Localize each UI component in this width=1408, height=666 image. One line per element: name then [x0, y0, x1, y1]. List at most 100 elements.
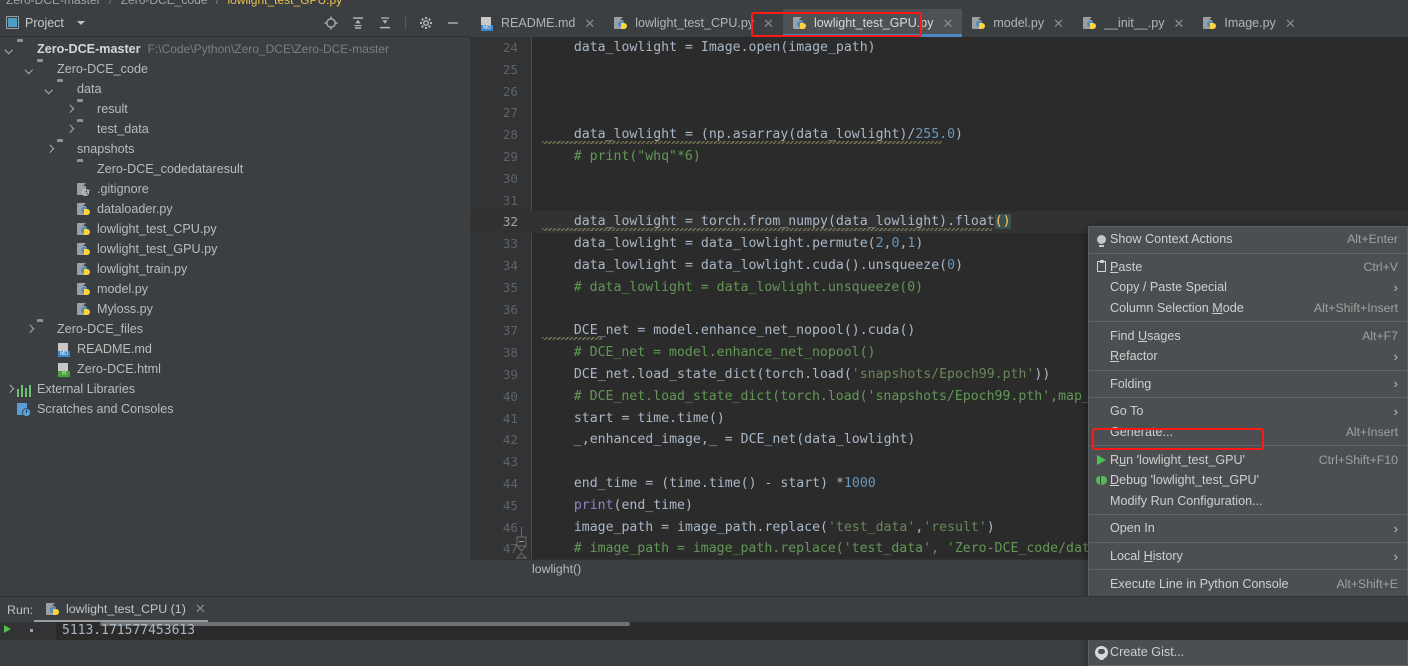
- menu-shortcut: Ctrl+Shift+F10: [1318, 452, 1398, 467]
- menu-item-folding[interactable]: Folding ›: [1089, 374, 1407, 395]
- code-line-24[interactable]: 24 data_lowlight = Image.open(image_path…: [470, 37, 1408, 59]
- tree-item-label: result: [97, 102, 128, 116]
- close-icon[interactable]: ✕: [942, 17, 953, 30]
- run-console[interactable]: 5113.171577453613: [0, 622, 1408, 640]
- lightbulb-icon: [1097, 234, 1106, 247]
- chevron-right-icon[interactable]: [64, 104, 75, 115]
- code-line-31[interactable]: 31: [470, 190, 1408, 212]
- code-line-27[interactable]: 27: [470, 102, 1408, 124]
- rerun-icon[interactable]: [4, 625, 11, 633]
- chevron-right-icon[interactable]: [4, 384, 15, 395]
- menu-item-refactor[interactable]: Refactor ›: [1089, 346, 1407, 367]
- close-icon[interactable]: ✕: [763, 17, 774, 30]
- breadcrumb-root[interactable]: Zero-DCE-master: [6, 0, 101, 7]
- chevron-down-icon[interactable]: [24, 64, 35, 75]
- menu-item-label: Show Context Actions: [1110, 232, 1233, 247]
- breadcrumb-mid[interactable]: Zero-DCE_code: [121, 0, 208, 7]
- close-icon[interactable]: ✕: [195, 601, 206, 617]
- line-number: 45: [502, 497, 518, 513]
- menu-item-modify-run-configuration[interactable]: Modify Run Configuration...: [1089, 491, 1407, 512]
- menu-item-generate[interactable]: Generate... Alt+Insert: [1089, 422, 1407, 443]
- editor-tab-lowlight-test-cpu-py[interactable]: lowlight_test_CPU.py ✕: [604, 9, 783, 37]
- breadcrumb-file[interactable]: lowlight_test_GPU.py: [227, 0, 342, 7]
- gitignore-icon: [77, 182, 92, 197]
- tree-item-zero-dce-html[interactable]: H Zero-DCE.html: [0, 359, 470, 379]
- tree-item-lowlight-train-py[interactable]: lowlight_train.py: [0, 259, 470, 279]
- tree-item-zero-dce-files[interactable]: Zero-DCE_files: [0, 319, 470, 339]
- tree-item-dataloader-py[interactable]: dataloader.py: [0, 199, 470, 219]
- menu-item-go-to[interactable]: Go To ›: [1089, 401, 1407, 422]
- menu-item-label: Create Gist...: [1110, 645, 1185, 660]
- submenu-chevron-icon: ›: [1393, 279, 1398, 295]
- tree-item-lowlight-test-gpu-py[interactable]: lowlight_test_GPU.py: [0, 239, 470, 259]
- menu-item-copy-paste-special[interactable]: Copy / Paste Special ›: [1089, 277, 1407, 298]
- menu-separator: [1089, 252, 1407, 254]
- project-title-group[interactable]: Project: [6, 16, 85, 30]
- tree-item-scratches-and-consoles[interactable]: Scratches and Consoles: [0, 399, 470, 419]
- menu-item-column-selection-mode[interactable]: Column Selection Mode Alt+Shift+Insert: [1089, 298, 1407, 319]
- menu-item-execute-line-in-python-console[interactable]: Execute Line in Python Console Alt+Shift+…: [1089, 573, 1407, 594]
- code-line-29[interactable]: 29 # print("whq"*6): [470, 146, 1408, 168]
- tree-item-external-libraries[interactable]: External Libraries: [0, 379, 470, 399]
- menu-item-paste[interactable]: Paste Ctrl+V: [1089, 257, 1407, 278]
- run-config-tab[interactable]: lowlight_test_CPU (1) ✕: [46, 601, 206, 617]
- editor-tab-image-py[interactable]: Image.py ✕: [1193, 9, 1305, 37]
- menu-item-create-gist[interactable]: Create Gist...: [1089, 642, 1407, 663]
- tree-item-snapshots[interactable]: snapshots: [0, 139, 470, 159]
- editor-tab-readme-md[interactable]: MD README.md ✕: [470, 9, 605, 37]
- code-line-25[interactable]: 25: [470, 59, 1408, 81]
- close-icon[interactable]: ✕: [1173, 17, 1184, 30]
- menu-item-open-in[interactable]: Open In ›: [1089, 518, 1407, 539]
- menu-item-show-context-actions[interactable]: Show Context Actions Alt+Enter: [1089, 229, 1407, 250]
- editor-tab-lowlight-test-gpu-py[interactable]: lowlight_test_GPU.py ✕: [782, 9, 963, 37]
- menu-shortcut: Alt+Shift+Insert: [1313, 301, 1398, 316]
- close-icon[interactable]: ✕: [1053, 17, 1064, 30]
- close-icon[interactable]: ✕: [1285, 17, 1296, 30]
- python-file-icon: [77, 222, 92, 237]
- gear-icon[interactable]: [419, 16, 433, 30]
- tree-item-readme-md[interactable]: MD README.md: [0, 339, 470, 359]
- tree-item-test-data[interactable]: test_data: [0, 119, 470, 139]
- run-tool-window: Run: lowlight_test_CPU (1) ✕ 5113.171577…: [0, 596, 1408, 640]
- chevron-down-icon[interactable]: [4, 44, 15, 55]
- chevron-right-icon[interactable]: [64, 124, 75, 135]
- menu-item-label: Local History: [1110, 549, 1183, 564]
- menu-item-local-history[interactable]: Local History ›: [1089, 546, 1407, 567]
- expand-all-icon[interactable]: [351, 16, 365, 30]
- tree-item-model-py[interactable]: model.py: [0, 279, 470, 299]
- tree-item-label: .gitignore: [97, 182, 149, 196]
- tree-item-gitignore[interactable]: .gitignore: [0, 179, 470, 199]
- locate-icon[interactable]: [324, 16, 338, 30]
- editor-tab-init-py[interactable]: __init__.py ✕: [1073, 9, 1194, 37]
- line-text: data_lowlight = data_lowlight.permute(2,…: [573, 236, 924, 252]
- tree-item-zero-dce-codedataresult[interactable]: Zero-DCE_codedataresult: [0, 159, 470, 179]
- tree-item-data[interactable]: data: [0, 79, 470, 99]
- tree-item-label: lowlight_train.py: [97, 262, 188, 276]
- menu-item-label: Generate...: [1110, 425, 1174, 440]
- menu-item-run-lowlight-test-gpu[interactable]: Run 'lowlight_test_GPU' Ctrl+Shift+F10: [1089, 449, 1407, 470]
- tree-item-lowlight-test-cpu-py[interactable]: lowlight_test_CPU.py: [0, 219, 470, 239]
- tree-item-zero-dce-master[interactable]: Zero-DCE-master F:\Code\Python\Zero_DCE\Z…: [0, 39, 470, 59]
- menu-item-debug-lowlight-test-gpu[interactable]: Debug 'lowlight_test_GPU': [1089, 470, 1407, 491]
- folder-icon: [57, 142, 72, 157]
- code-line-26[interactable]: 26: [470, 81, 1408, 103]
- editor-tab-bar: MD README.md ✕ lowlight_test_CPU.py ✕ lowligh…: [470, 9, 1408, 38]
- close-icon[interactable]: ✕: [584, 17, 595, 30]
- tree-item-label: External Libraries: [37, 382, 135, 396]
- menu-item-find-usages[interactable]: Find Usages Alt+F7: [1089, 325, 1407, 346]
- collapse-all-icon[interactable]: [378, 16, 392, 30]
- hide-icon[interactable]: [446, 16, 460, 30]
- tree-item-myloss-py[interactable]: Myloss.py: [0, 299, 470, 319]
- chevron-right-icon[interactable]: [24, 324, 35, 335]
- chevron-down-icon[interactable]: [76, 20, 85, 25]
- editor-tab-model-py[interactable]: model.py ✕: [962, 9, 1074, 37]
- chevron-down-icon[interactable]: [44, 84, 55, 95]
- tree-item-zero-dce-code[interactable]: Zero-DCE_code: [0, 59, 470, 79]
- chevron-right-icon[interactable]: [44, 144, 55, 155]
- code-line-30[interactable]: 30: [470, 168, 1408, 190]
- tree-item-result[interactable]: result: [0, 99, 470, 119]
- fold-markers[interactable]: [512, 37, 531, 596]
- line-text: data_lowlight = Image.open(image_path): [573, 40, 876, 55]
